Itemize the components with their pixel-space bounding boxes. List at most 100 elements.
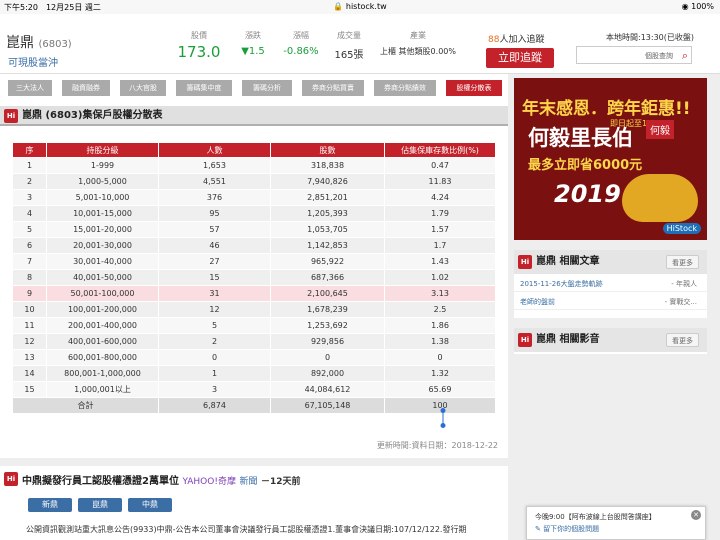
col-shares: 股數 xyxy=(270,142,385,158)
table-cell: 1.7 xyxy=(384,237,496,254)
table-cell: 687,366 xyxy=(270,269,385,286)
table-cell: 1.32 xyxy=(384,365,496,382)
table-cell: 8 xyxy=(12,269,47,286)
table-cell: 合計 xyxy=(12,397,159,414)
table-row: 12 400,001-600,000 2 929,856 1.38 xyxy=(12,333,496,350)
pencil-icon: ✎ xyxy=(535,525,541,533)
table-cell: 4,551 xyxy=(158,173,271,190)
col-percent: 佔集保庫存數比例(%) xyxy=(384,142,496,158)
tab-official[interactable]: 八大官股 xyxy=(120,80,166,96)
table-cell: 1.02 xyxy=(384,269,496,286)
track-button[interactable]: 立即追蹤 xyxy=(486,48,554,68)
quote-price: 股價 173.0 xyxy=(177,31,221,61)
text-selection-cursor-icon xyxy=(440,408,446,428)
day-trade-link[interactable]: 可現股當沖 xyxy=(8,54,58,69)
local-time: 本地時間:13:30(已收盤) xyxy=(606,33,694,42)
list-item[interactable]: 老師的盤前 - 實戰交... xyxy=(514,292,707,310)
table-cell: 1,053,705 xyxy=(270,221,385,238)
table-cell: 14 xyxy=(12,365,47,382)
table-cell: 2.5 xyxy=(384,301,496,318)
news-time: －12天前 xyxy=(260,477,301,487)
table-cell: 929,856 xyxy=(270,333,385,350)
histock-logo-icon: Hi xyxy=(4,472,18,486)
news-tag[interactable]: 崑鼎 xyxy=(78,498,122,512)
table-row: 9 50,001-100,000 31 2,100,645 3.13 xyxy=(12,285,496,302)
tab-broker-performance[interactable]: 券商分點績效 xyxy=(374,80,436,96)
update-time: 更新時間:資料日期：2018-12-22 xyxy=(376,441,498,450)
news-body[interactable]: 公開資訊觀測站重大訊息公告(9933)中鼎-公告本公司董事會決議發行員工認股權憑… xyxy=(26,524,466,535)
table-cell: 1 xyxy=(12,157,47,174)
tab-shareholding[interactable]: 股權分散表 xyxy=(446,80,502,96)
advertisement-banner[interactable]: 年末感恩．跨年鉅惠!! 即日起至1/6 何毅里長伯 何毅 最多立即省6000元 … xyxy=(514,78,707,240)
wifi-icon: ◉ xyxy=(681,2,689,11)
table-cell: 9 xyxy=(12,285,47,302)
table-cell: 57 xyxy=(158,221,271,238)
table-row: 8 40,001-50,000 15 687,366 1.02 xyxy=(12,269,496,286)
table-row: 5 15,001-20,000 57 1,053,705 1.57 xyxy=(12,221,496,238)
table-row: 11 200,001-400,000 5 1,253,692 1.86 xyxy=(12,317,496,334)
related-videos-box: Hi 崑鼎 相關影音 看更多 xyxy=(514,328,707,354)
table-cell: 13 xyxy=(12,349,47,366)
table-cell: 0 xyxy=(158,349,271,366)
news-title[interactable]: 中鼎擬發行員工認股權憑證2萬單位 YAHOO!奇摩 新聞 －12天前 xyxy=(22,472,300,487)
quote-industry: 產業 上櫃 其他類股0.00% xyxy=(380,31,456,56)
table-cell: 11.83 xyxy=(384,173,496,190)
table-row: 13 600,001-800,000 0 0 0 xyxy=(12,349,496,366)
quote-change: 漲跌 ▼1.5 xyxy=(241,31,265,57)
table-cell: 10,001-15,000 xyxy=(46,205,159,222)
shareholding-panel: Hi 崑鼎 (6803)集保戶股權分散表 序 持股分級 人數 股數 佔集保庫存數… xyxy=(0,102,508,458)
table-row: 4 10,001-15,000 95 1,205,393 1.79 xyxy=(12,205,496,222)
table-cell: 95 xyxy=(158,205,271,222)
table-cell: 600,001-800,000 xyxy=(46,349,159,366)
histock-brand: HiStock xyxy=(662,223,701,234)
table-cell: 30,001-40,000 xyxy=(46,253,159,270)
tab-margin[interactable]: 融資融券 xyxy=(62,80,110,96)
table-cell: 15 xyxy=(158,269,271,286)
table-cell: 2,100,645 xyxy=(270,285,385,302)
table-cell: 1,142,853 xyxy=(270,237,385,254)
table-row: 1 1-999 1,653 318,838 0.47 xyxy=(12,157,496,174)
table-cell: 6 xyxy=(12,237,47,254)
piggy-bank-icon xyxy=(622,174,698,222)
tab-institutional[interactable]: 三大法人 xyxy=(8,80,52,96)
tab-concentration[interactable]: 籌碼集中度 xyxy=(176,80,232,96)
url-bar[interactable]: 🔒 histock.tw xyxy=(0,2,720,11)
table-header: 序 持股分級 人數 股數 佔集保庫存數比例(%) xyxy=(12,142,496,158)
stock-search-input[interactable]: 個股查詢 ⌕ xyxy=(576,46,692,64)
table-cell: 10 xyxy=(12,301,47,318)
battery-indicator: ◉ 100% xyxy=(681,2,714,11)
table-cell: 50,001-100,000 xyxy=(46,285,159,302)
table-cell: 0 xyxy=(270,349,385,366)
close-icon[interactable]: ✕ xyxy=(691,510,701,520)
table-cell: 318,838 xyxy=(270,157,385,174)
news-tag[interactable]: 中鼎 xyxy=(128,498,172,512)
table-cell: 1 xyxy=(158,365,271,382)
table-cell: 1,678,239 xyxy=(270,301,385,318)
tab-bar: 三大法人 融資融券 八大官股 籌碼集中度 籌碼分析 券商分點買賣 券商分點績效 … xyxy=(0,74,508,102)
list-item[interactable]: 2015-11-26大盤走勢軌跡 - 年親人 xyxy=(514,274,707,292)
col-level: 持股分級 xyxy=(46,142,159,158)
table-cell: 4.24 xyxy=(384,189,496,206)
table-cell: 100,001-200,000 xyxy=(46,301,159,318)
search-icon[interactable]: ⌕ xyxy=(682,49,688,63)
histock-logo-icon: Hi xyxy=(4,109,18,123)
table-cell: 200,001-400,000 xyxy=(46,317,159,334)
table-cell: 3 xyxy=(12,189,47,206)
tab-chip-analysis[interactable]: 籌碼分析 xyxy=(242,80,292,96)
table-cell: 376 xyxy=(158,189,271,206)
table-cell: 1,000-5,000 xyxy=(46,173,159,190)
total-row: 合計 6,874 67,105,148 100 xyxy=(12,397,496,414)
table-cell: 1.79 xyxy=(384,205,496,222)
table-cell: 400,001-600,000 xyxy=(46,333,159,350)
table-cell: 3 xyxy=(158,381,271,398)
related-videos-header: Hi 崑鼎 相關影音 看更多 xyxy=(514,328,707,352)
tab-broker-trades[interactable]: 券商分點買賣 xyxy=(302,80,364,96)
stock-header: 崑鼎 (6803) 可現股當沖 股價 173.0 漲跌 ▼1.5 漲幅 -0.86% … xyxy=(0,14,720,74)
table-cell: 44,084,612 xyxy=(270,381,385,398)
more-articles-button[interactable]: 看更多 xyxy=(666,255,699,269)
table-row: 15 1,000,001以上 3 44,084,612 65.69 xyxy=(12,381,496,398)
news-tag[interactable]: 新鼎 xyxy=(28,498,72,512)
table-cell: 67,105,148 xyxy=(270,397,385,414)
promo-popup[interactable]: 今晚9:00【阿布波線上台股問答講座】 ✎ 留下你的個股問題 ✕ xyxy=(526,506,706,540)
more-videos-button[interactable]: 看更多 xyxy=(666,333,699,347)
